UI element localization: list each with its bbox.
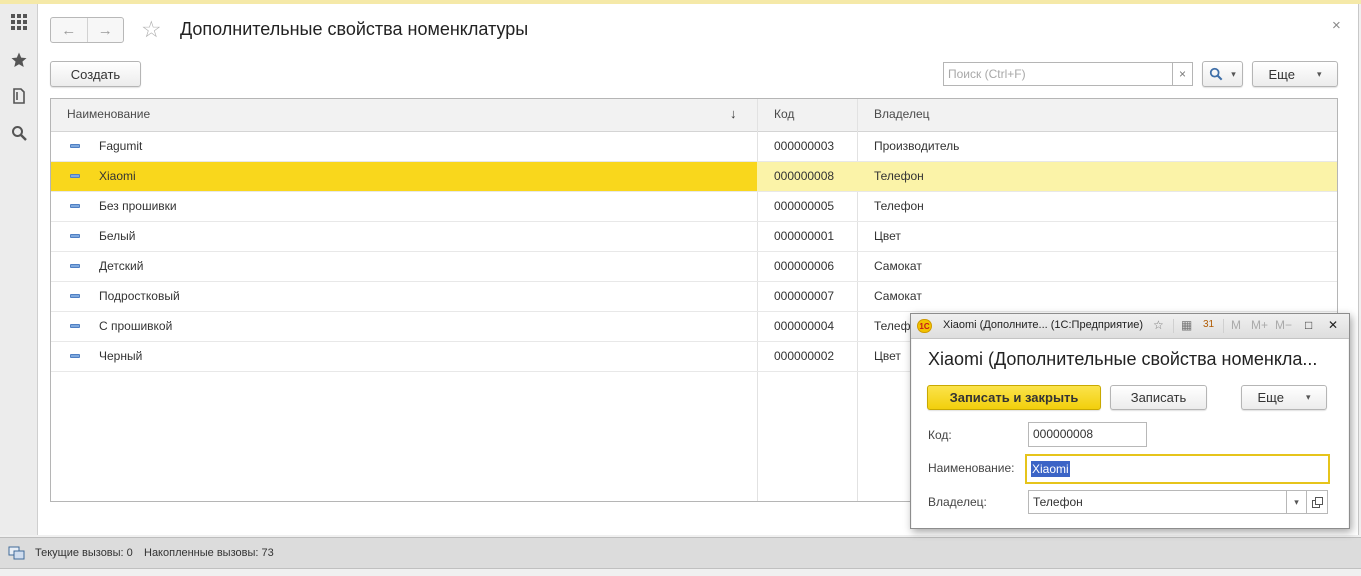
calculator-icon[interactable]: ▦ xyxy=(1181,318,1192,332)
cell-name: Детский xyxy=(99,259,144,273)
column-header-code[interactable]: Код xyxy=(774,99,794,131)
search-icon[interactable] xyxy=(8,122,30,144)
memory-m-icon[interactable]: M xyxy=(1231,318,1241,332)
owner-dropdown-button[interactable]: ▾ xyxy=(1286,490,1307,514)
item-marker-icon xyxy=(70,174,80,178)
more-button[interactable]: Еще ▾ xyxy=(1252,61,1338,87)
item-marker-icon xyxy=(70,204,80,208)
memory-plus-icon[interactable]: M+ xyxy=(1251,318,1268,332)
more-label: Еще xyxy=(1257,390,1284,405)
cell-owner: Самокат xyxy=(874,289,922,303)
table-row[interactable]: Белый 000000001 Цвет xyxy=(51,222,1337,252)
table-row[interactable]: Без прошивки 000000005 Телефон xyxy=(51,192,1337,222)
close-icon[interactable]: ✕ xyxy=(1328,318,1338,332)
back-arrow-icon[interactable]: ← xyxy=(51,18,87,42)
owner-label: Владелец: xyxy=(928,495,987,509)
cell-name: Xiaomi xyxy=(99,169,136,183)
search-input[interactable]: Поиск (Ctrl+F) xyxy=(943,62,1173,86)
chevron-down-icon: ▾ xyxy=(1231,68,1236,79)
table-row[interactable]: Детский 000000006 Самокат xyxy=(51,252,1337,282)
memory-minus-icon[interactable]: M− xyxy=(1275,318,1292,332)
cell-name: С прошивкой xyxy=(99,319,173,333)
open-window-icon xyxy=(1311,496,1323,508)
code-field[interactable]: 000000008 xyxy=(1028,422,1147,447)
column-header-name[interactable]: Наименование xyxy=(67,99,150,131)
item-marker-icon xyxy=(70,294,80,298)
column-header-owner[interactable]: Владелец xyxy=(874,99,930,131)
cell-owner: Телефон xyxy=(874,169,924,183)
cell-code: 000000002 xyxy=(774,349,835,363)
table-header: Наименование ↓ Код Владелец xyxy=(51,99,1337,132)
search-clear-icon[interactable]: × xyxy=(1173,62,1193,86)
name-label: Наименование: xyxy=(928,461,1015,475)
favorite-icon[interactable]: ☆ xyxy=(1153,318,1164,332)
cell-code: 000000006 xyxy=(774,259,835,273)
owner-field[interactable]: Телефон xyxy=(1028,490,1287,514)
cell-owner: Телефон xyxy=(874,199,924,213)
navigation-buttons: ← → xyxy=(50,17,124,43)
cell-name: Черный xyxy=(99,349,143,363)
toolbar-separator xyxy=(1173,319,1174,333)
status-bar: Текущие вызовы: 0 Накопленные вызовы: 73 xyxy=(0,537,1361,569)
table-row-selected[interactable]: Xiaomi 000000008 Телефон xyxy=(51,162,1337,192)
cell-code: 000000007 xyxy=(774,289,835,303)
item-form-window: 1С Xiaomi (Дополните... (1С:Предприятие)… xyxy=(910,313,1350,529)
save-and-close-button[interactable]: Записать и закрыть xyxy=(927,385,1101,410)
cell-name: Белый xyxy=(99,229,136,243)
more-label: Еще xyxy=(1268,66,1295,82)
item-marker-icon xyxy=(70,264,80,268)
name-field[interactable]: Xiaomi xyxy=(1025,454,1330,484)
code-label: Код: xyxy=(928,428,952,442)
save-button[interactable]: Записать xyxy=(1110,385,1207,410)
favorite-star-icon[interactable]: ☆ xyxy=(141,16,162,42)
item-form-body: Xiaomi (Дополнительные свойства номенкла… xyxy=(912,339,1348,528)
calendar-icon[interactable]: 31 xyxy=(1203,319,1214,330)
sort-arrow-icon[interactable]: ↓ xyxy=(730,99,737,131)
item-marker-icon xyxy=(70,354,80,358)
cell-owner: Цвет xyxy=(874,229,901,243)
item-marker-icon xyxy=(70,144,80,148)
window-title: Xiaomi (Дополните... (1С:Предприятие) xyxy=(943,319,1143,331)
1c-logo-icon: 1С xyxy=(917,319,932,333)
history-icon[interactable] xyxy=(8,85,30,107)
cell-name: Подростковый xyxy=(99,289,180,303)
selected-cell-highlight xyxy=(51,162,757,191)
accumulated-calls-text: Накопленные вызовы: 73 xyxy=(144,547,274,559)
search-options-button[interactable]: ▾ xyxy=(1202,61,1243,87)
magnifier-icon xyxy=(1210,67,1223,81)
maximize-icon[interactable]: □ xyxy=(1305,318,1312,332)
create-button[interactable]: Создать xyxy=(50,61,141,87)
window-titlebar[interactable]: 1С Xiaomi (Дополните... (1С:Предприятие)… xyxy=(911,314,1349,339)
favorites-star-icon[interactable] xyxy=(8,49,30,71)
server-calls-icon[interactable] xyxy=(8,545,26,561)
grid-menu-icon[interactable] xyxy=(8,11,30,33)
item-marker-icon xyxy=(70,324,80,328)
table-row[interactable]: Подростковый 000000007 Самокат xyxy=(51,282,1337,312)
close-icon[interactable]: × xyxy=(1332,17,1341,34)
table-row[interactable]: Fagumit 000000003 Производитель xyxy=(51,132,1337,162)
chevron-down-icon: ▾ xyxy=(1316,68,1322,79)
cell-code: 000000005 xyxy=(774,199,835,213)
sections-panel xyxy=(0,4,38,535)
name-field-value: Xiaomi xyxy=(1031,461,1070,477)
cell-code: 000000004 xyxy=(774,319,835,333)
cell-name: Без прошивки xyxy=(99,199,177,213)
more-button[interactable]: Еще ▾ xyxy=(1241,385,1327,410)
current-calls-text: Текущие вызовы: 0 xyxy=(35,547,133,559)
forward-arrow-icon[interactable]: → xyxy=(86,18,124,42)
page-title: Дополнительные свойства номенклатуры xyxy=(180,19,529,39)
cell-code: 000000001 xyxy=(774,229,835,243)
cell-name: Fagumit xyxy=(99,139,143,153)
cell-owner: Цвет xyxy=(874,349,901,363)
owner-open-button[interactable] xyxy=(1306,490,1328,514)
chevron-down-icon: ▾ xyxy=(1305,392,1311,402)
toolbar-separator xyxy=(1223,319,1224,333)
cell-owner: Производитель xyxy=(874,139,960,153)
item-marker-icon xyxy=(70,234,80,238)
cell-owner: Самокат xyxy=(874,259,922,273)
form-heading: Xiaomi (Дополнительные свойства номенкла… xyxy=(928,349,1318,369)
cell-code: 000000003 xyxy=(774,139,835,153)
cell-code: 000000008 xyxy=(774,169,835,183)
